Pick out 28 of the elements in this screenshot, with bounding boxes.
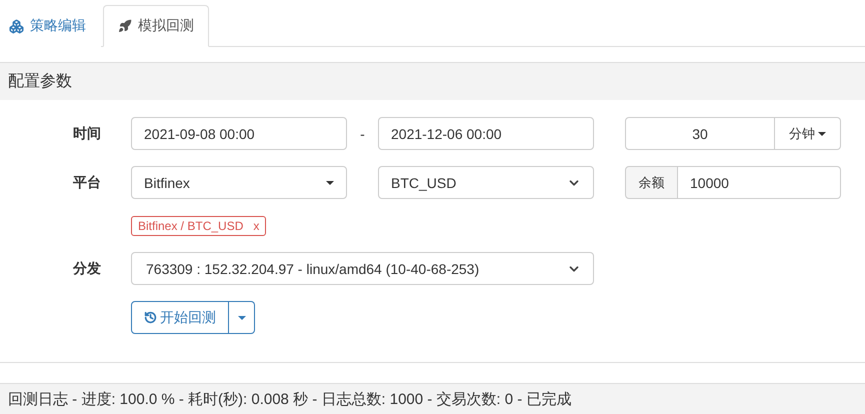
end-time-field[interactable]: 2021-12-06 00:00: [378, 117, 594, 150]
range-separator: -: [359, 126, 366, 142]
log-status: 回测日志 - 进度: 100.0 % - 耗时(秒): 0.008 秒 - 日志总数: 1000 - 交易次数: 0 - 已完成: [8, 390, 572, 408]
exchange-dropdown[interactable]: Bitfinex: [131, 166, 347, 199]
caret-icon: [818, 132, 826, 136]
dropdown-toggle[interactable]: [229, 301, 255, 334]
cubes-icon: [9, 18, 24, 34]
history-icon: [144, 311, 157, 324]
tag-label: Bitfinex / BTC_USD: [138, 219, 244, 233]
field-label: 平台: [72, 174, 102, 192]
field-label: 分发: [72, 260, 102, 278]
balance-field[interactable]: 10000: [678, 166, 841, 199]
balance-label: 余额: [625, 166, 678, 199]
tab-label: 模拟回测: [138, 17, 194, 35]
tab[interactable]: 模拟回测: [103, 5, 209, 47]
field-label: 时间: [72, 124, 102, 142]
caret-icon: [326, 180, 334, 184]
node-select[interactable]: 763309 : 152.32.204.97 - linux/amd64 (10-40-68-253): [131, 252, 594, 285]
period-unit-dropdown[interactable]: 分钟: [775, 117, 841, 150]
start-backtest-button[interactable]: 开始回测: [131, 301, 229, 334]
period-field[interactable]: 30: [625, 117, 775, 150]
caret-icon: [238, 316, 246, 320]
tag-remove[interactable]: x: [253, 219, 260, 233]
tab-label: 策略编辑: [30, 17, 86, 35]
rocket-icon: [118, 19, 132, 33]
pair-select[interactable]: BTC_USD: [378, 166, 594, 199]
start-time-field[interactable]: 2021-09-08 00:00: [131, 117, 347, 150]
panel-title: 配置参数: [8, 72, 72, 92]
